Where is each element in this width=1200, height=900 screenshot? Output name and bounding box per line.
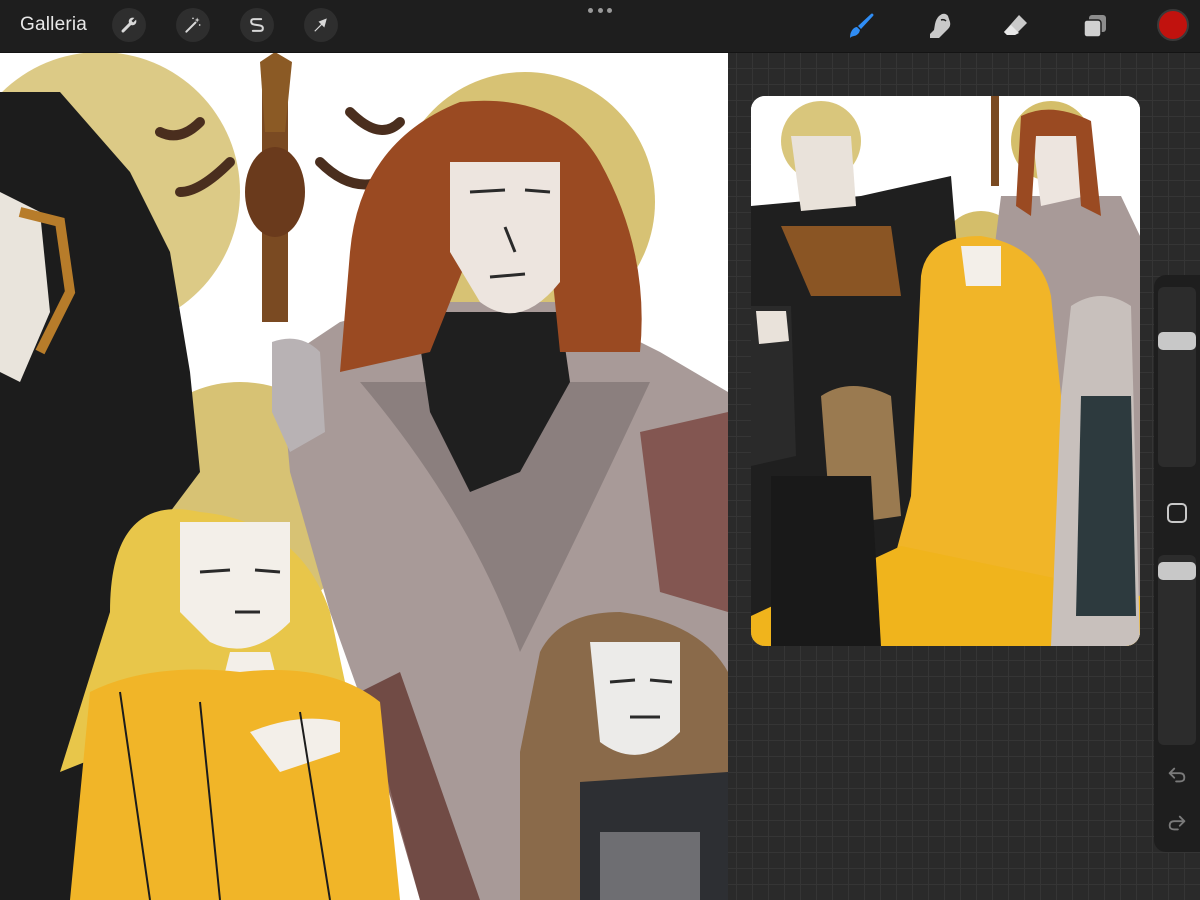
wrench-icon bbox=[121, 17, 137, 33]
reference-window[interactable] bbox=[751, 96, 1140, 646]
sidebar bbox=[1154, 275, 1200, 852]
brush-tool-button[interactable] bbox=[844, 8, 880, 44]
eraser-icon bbox=[1004, 15, 1027, 35]
adjustments-button[interactable] bbox=[176, 8, 210, 42]
top-toolbar: Galleria bbox=[0, 0, 1200, 53]
drawing-canvas[interactable] bbox=[0, 52, 728, 900]
arrow-cursor-icon bbox=[314, 18, 327, 32]
magic-wand-icon bbox=[185, 17, 201, 33]
brush-size-slider-thumb[interactable] bbox=[1158, 332, 1196, 350]
smudge-finger-icon bbox=[930, 13, 951, 38]
redo-button[interactable] bbox=[1165, 811, 1189, 835]
artwork-illustration bbox=[0, 52, 728, 900]
selection-s-icon bbox=[250, 18, 264, 32]
dot bbox=[597, 7, 603, 13]
brush-icon bbox=[850, 13, 874, 38]
dot bbox=[607, 7, 612, 13]
dot bbox=[588, 7, 593, 13]
redo-arrow-icon bbox=[1168, 815, 1186, 831]
eraser-tool-button[interactable] bbox=[998, 8, 1034, 44]
reference-artwork-thumbnail bbox=[751, 96, 1140, 646]
undo-button[interactable] bbox=[1165, 763, 1189, 787]
color-picker-swatch[interactable] bbox=[1157, 9, 1189, 41]
more-dots-icon[interactable] bbox=[588, 4, 612, 16]
square-modifier-icon[interactable] bbox=[1167, 503, 1187, 523]
actions-button[interactable] bbox=[112, 8, 146, 42]
layers-icon bbox=[1083, 15, 1106, 38]
opacity-slider[interactable] bbox=[1158, 555, 1196, 745]
gallery-button[interactable]: Galleria bbox=[20, 12, 87, 38]
layers-button[interactable] bbox=[1077, 8, 1113, 44]
transform-button[interactable] bbox=[304, 8, 338, 42]
selection-button[interactable] bbox=[240, 8, 274, 42]
opacity-slider-thumb[interactable] bbox=[1158, 562, 1196, 580]
smudge-tool-button[interactable] bbox=[922, 8, 958, 44]
brush-size-slider[interactable] bbox=[1158, 287, 1196, 467]
undo-arrow-icon bbox=[1168, 767, 1186, 783]
